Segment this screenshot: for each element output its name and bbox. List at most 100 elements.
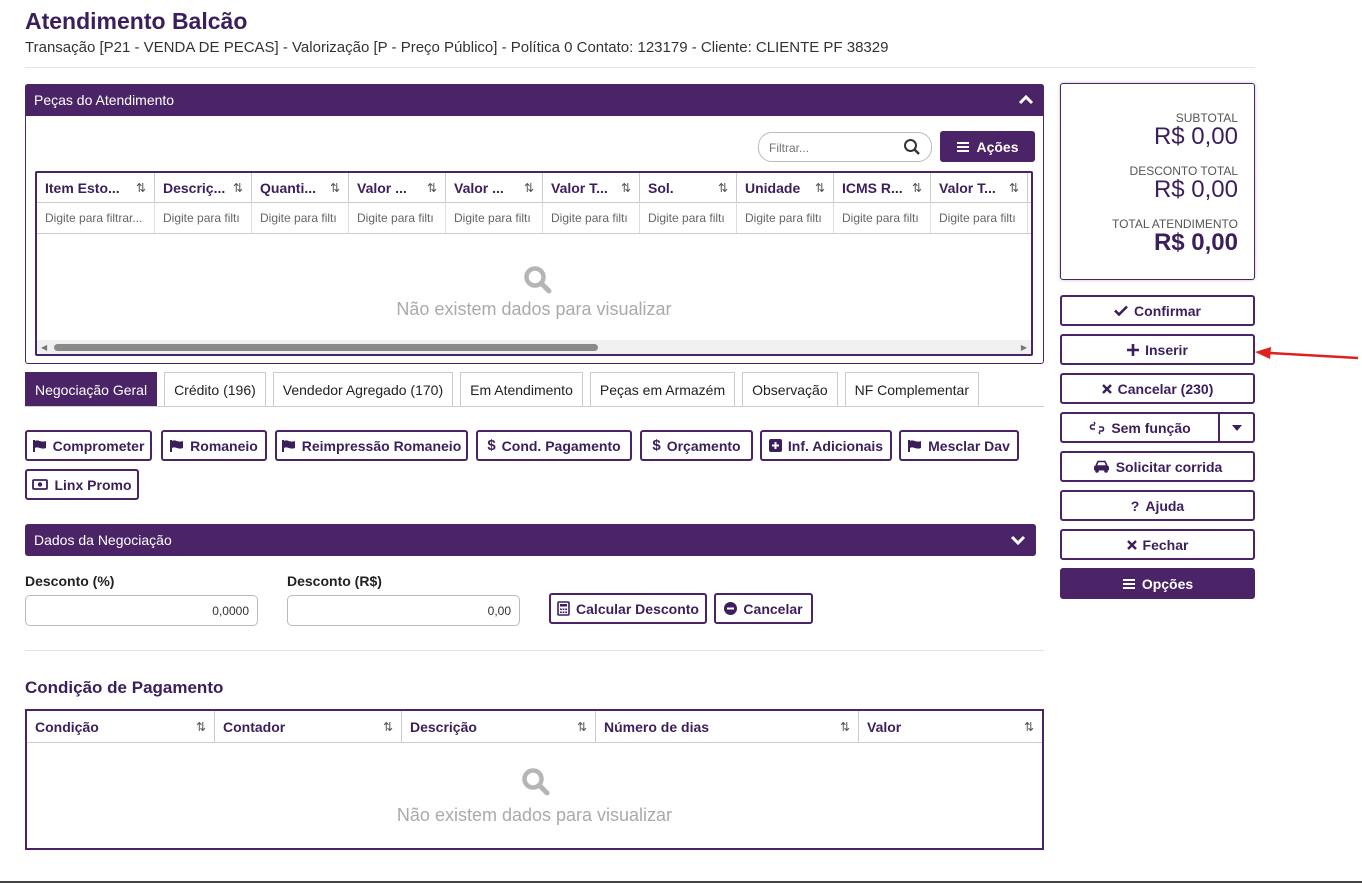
column-filter-input[interactable]: Digite para filtı	[543, 203, 640, 233]
column-filter-input[interactable]: Digite para filtı	[737, 203, 834, 233]
tab[interactable]: Crédito (196)	[164, 372, 266, 406]
ajuda-button[interactable]: ? Ajuda	[1060, 490, 1255, 521]
column-header[interactable]: Valor ⇅	[859, 711, 1042, 742]
chevron-down-icon[interactable]	[1010, 534, 1026, 546]
chevron-up-icon[interactable]	[1018, 93, 1034, 105]
column-header[interactable]: ICMS R... ⇅	[834, 173, 931, 202]
column-header[interactable]: Descriç... ⇅	[155, 173, 252, 202]
column-header[interactable]: Número de dias ⇅	[596, 711, 859, 742]
column-filter-input[interactable]: Digite para filtı	[252, 203, 349, 233]
cancelar-button[interactable]: Cancelar (230)	[1060, 373, 1255, 404]
column-header[interactable]: Unidade ⇅	[737, 173, 834, 202]
filter-field[interactable]	[758, 132, 932, 162]
sort-icon[interactable]: ⇅	[1009, 181, 1019, 195]
column-filter-input[interactable]: Digite para filtı	[640, 203, 737, 233]
cancelar-label: Cancelar (230)	[1117, 380, 1214, 397]
sem-funcao-dropdown[interactable]	[1218, 412, 1255, 443]
sort-icon[interactable]: ⇅	[1024, 720, 1034, 734]
sort-icon[interactable]: ⇅	[815, 181, 825, 195]
column-header-label: Descriç...	[163, 179, 226, 196]
cancelar-desconto-button[interactable]: Cancelar	[714, 593, 813, 624]
inf-adicionais-button[interactable]: Inf. Adicionais	[760, 430, 892, 461]
sem-funcao-button[interactable]: Sem função	[1060, 412, 1220, 443]
calcular-desconto-button[interactable]: Calcular Desconto	[549, 593, 707, 624]
desconto-rs-input[interactable]: 0,00	[287, 595, 520, 626]
sort-icon[interactable]: ⇅	[330, 181, 340, 195]
column-header-label: Valor T...	[939, 179, 996, 196]
pecas-panel-header[interactable]: Peças do Atendimento	[25, 84, 1044, 116]
actions-button[interactable]: Ações	[940, 131, 1035, 162]
orcamento-button[interactable]: $ Orçamento	[640, 430, 753, 461]
scroll-right-icon[interactable]: ▶	[1021, 343, 1027, 352]
romaneio-button[interactable]: Romaneio	[161, 430, 267, 461]
question-icon: ?	[1130, 497, 1140, 514]
column-header[interactable]: Item Esto... ⇅	[37, 173, 155, 202]
column-filter-input[interactable]: Digite para filtı	[349, 203, 446, 233]
sort-icon[interactable]: ⇅	[524, 181, 534, 195]
sort-icon[interactable]: ⇅	[718, 181, 728, 195]
cond-pagamento-button[interactable]: $ Cond. Pagamento	[476, 430, 632, 461]
scroll-left-icon[interactable]: ◀	[41, 343, 47, 352]
column-header[interactable]: Sol. ⇅	[640, 173, 737, 202]
comprometer-button[interactable]: Comprometer	[25, 430, 152, 461]
fechar-label: Fechar	[1142, 536, 1189, 553]
column-header[interactable]: Contador ⇅	[215, 711, 402, 742]
sort-icon[interactable]: ⇅	[577, 720, 587, 734]
mesclar-dav-label: Mesclar Dav	[928, 437, 1010, 454]
sort-icon[interactable]: ⇅	[912, 181, 922, 195]
subtotal-value: R$ 0,00	[1153, 123, 1238, 150]
desconto-rs-label: Desconto (R$)	[287, 573, 382, 589]
tab[interactable]: Em Atendimento	[460, 372, 583, 406]
column-header[interactable]: Descrição ⇅	[402, 711, 596, 742]
inf-adicionais-label: Inf. Adicionais	[787, 437, 884, 454]
desconto-pct-input[interactable]: 0,0000	[25, 595, 258, 626]
column-header[interactable]: Valor T... ⇅	[543, 173, 640, 202]
tab[interactable]: Observação	[742, 372, 838, 406]
sort-icon[interactable]: ⇅	[136, 181, 146, 195]
column-filter-input[interactable]: Digite para filtı	[931, 203, 1028, 233]
column-header[interactable]: Valor T... ⇅	[931, 173, 1028, 202]
search-icon[interactable]	[903, 138, 921, 156]
solicitar-corrida-button[interactable]: Solicitar corrida	[1060, 451, 1255, 482]
column-header-label: Valor ...	[357, 179, 407, 196]
negociacao-header[interactable]: Dados da Negociação	[25, 524, 1036, 556]
tab[interactable]: Peças em Armazém	[589, 372, 736, 406]
scroll-thumb[interactable]	[54, 344, 598, 351]
reimpressao-romaneio-button[interactable]: Reimpressão Romaneio	[275, 430, 468, 461]
sort-icon[interactable]: ⇅	[427, 181, 437, 195]
sort-icon[interactable]: ⇅	[233, 181, 243, 195]
column-header[interactable]: Valor ... ⇅	[349, 173, 446, 202]
column-filter-input[interactable]: Digite para filtı	[155, 203, 252, 233]
desconto-total-value: R$ 0,00	[1153, 176, 1238, 203]
totals-card: SUBTOTAL R$ 0,00 DESCONTO TOTAL R$ 0,00 …	[1060, 83, 1255, 280]
flag-icon	[170, 439, 184, 452]
tab[interactable]: Vendedor Agregado (170)	[272, 372, 454, 406]
sort-icon[interactable]: ⇅	[840, 720, 850, 734]
sem-funcao-label: Sem função	[1111, 419, 1191, 436]
mesclar-dav-button[interactable]: Mesclar Dav	[899, 430, 1019, 461]
tabs-divider	[25, 406, 1044, 407]
filter-input[interactable]	[769, 141, 889, 155]
page-subtitle: Transação [P21 - VENDA DE PECAS] - Valor…	[25, 39, 889, 56]
sort-icon[interactable]: ⇅	[621, 181, 631, 195]
inserir-button[interactable]: Inserir	[1060, 334, 1255, 365]
confirmar-button[interactable]: Confirmar	[1060, 295, 1255, 326]
pagamento-title: Condição de Pagamento	[25, 678, 224, 697]
column-header[interactable]: Quanti... ⇅	[252, 173, 349, 202]
horizontal-scrollbar[interactable]: ◀ ▶	[37, 340, 1031, 354]
opcoes-button[interactable]: Opções	[1060, 568, 1255, 599]
tab[interactable]: NF Complementar	[844, 372, 979, 406]
cond-pagamento-label: Cond. Pagamento	[501, 437, 621, 454]
column-filter-input[interactable]: Digite para filtrar...	[37, 203, 155, 233]
column-header[interactable]: Condição ⇅	[27, 711, 215, 742]
column-filter-input[interactable]: Digite para filtı	[446, 203, 543, 233]
sort-icon[interactable]: ⇅	[196, 720, 206, 734]
tab[interactable]: Negociação Geral	[25, 372, 158, 406]
divider	[25, 67, 1255, 68]
fechar-button[interactable]: Fechar	[1060, 529, 1255, 560]
plus-icon	[1127, 343, 1140, 356]
sort-icon[interactable]: ⇅	[383, 720, 393, 734]
linx-promo-button[interactable]: Linx Promo	[25, 469, 139, 500]
column-header[interactable]: Valor ... ⇅	[446, 173, 543, 202]
column-filter-input[interactable]: Digite para filtı	[834, 203, 931, 233]
